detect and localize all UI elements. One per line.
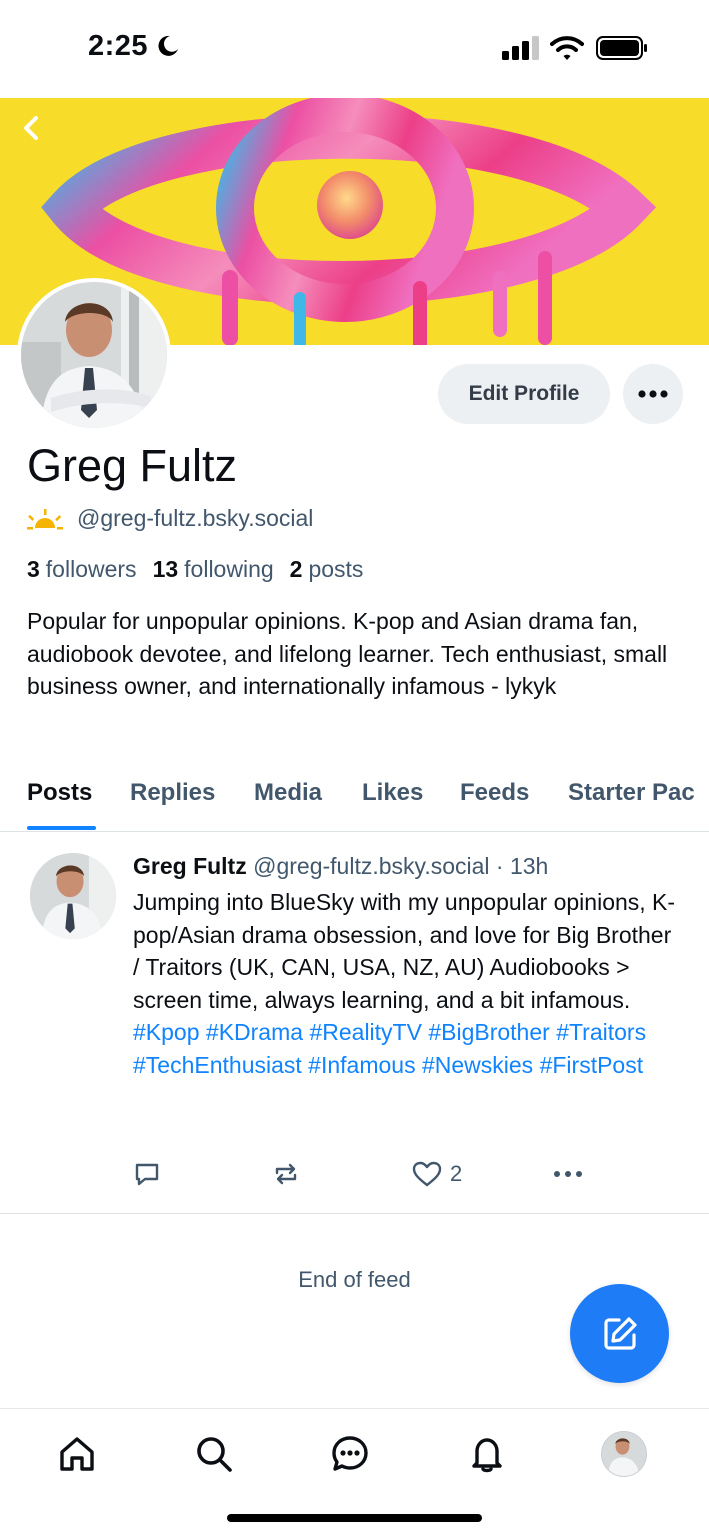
heart-icon bbox=[412, 1161, 442, 1187]
avatar-photo bbox=[602, 1432, 646, 1476]
followers-count: 3 bbox=[27, 556, 40, 582]
profile-bio: Popular for unpopular opinions. K-pop an… bbox=[27, 608, 668, 699]
compose-button[interactable] bbox=[570, 1284, 669, 1383]
following-count: 13 bbox=[152, 556, 179, 582]
tab-starter-packs[interactable]: Starter Pac bbox=[568, 779, 695, 807]
edit-profile-button[interactable]: Edit Profile bbox=[438, 364, 610, 424]
profile-tabs: Posts Replies Media Likes Feeds Starter … bbox=[0, 773, 709, 832]
signal-icon bbox=[502, 36, 539, 60]
hashtag[interactable]: #KDrama bbox=[206, 1019, 303, 1045]
profile-handle[interactable]: @greg-fultz.bsky.social bbox=[77, 505, 313, 532]
profile-avatar[interactable] bbox=[17, 278, 171, 432]
repost-icon bbox=[275, 1163, 297, 1185]
post-time[interactable]: 13h bbox=[510, 853, 548, 879]
chat-icon[interactable] bbox=[328, 1432, 372, 1476]
moon-icon bbox=[158, 35, 178, 56]
tab-posts[interactable]: Posts bbox=[27, 779, 92, 807]
tab-feeds[interactable]: Feeds bbox=[460, 779, 529, 807]
ellipsis-icon bbox=[554, 1171, 582, 1177]
reply-button[interactable] bbox=[133, 1160, 161, 1188]
hashtag[interactable]: #BigBrother bbox=[428, 1019, 549, 1045]
post-body[interactable]: Jumping into BlueSky with my unpopular o… bbox=[133, 886, 678, 1082]
back-icon[interactable] bbox=[16, 112, 48, 144]
post-header: Greg Fultz @greg-fultz.bsky.social · 13h bbox=[133, 853, 548, 880]
active-tab-indicator bbox=[27, 826, 96, 830]
hashtag[interactable]: #TechEnthusiast bbox=[133, 1052, 302, 1078]
like-count: 2 bbox=[450, 1161, 463, 1186]
post-author-avatar[interactable] bbox=[30, 853, 116, 939]
hashtag[interactable]: #Newskies bbox=[422, 1052, 533, 1078]
battery-icon bbox=[596, 36, 647, 60]
post-more-button[interactable] bbox=[553, 1160, 583, 1188]
search-icon[interactable] bbox=[192, 1432, 236, 1476]
ellipsis-icon bbox=[638, 390, 668, 398]
tab-likes[interactable]: Likes bbox=[362, 779, 423, 807]
following-label: following bbox=[184, 556, 274, 582]
post-author-name[interactable]: Greg Fultz bbox=[133, 853, 247, 879]
hashtag[interactable]: #Kpop bbox=[133, 1019, 200, 1045]
home-indicator bbox=[227, 1514, 482, 1522]
post-separator: · bbox=[495, 853, 504, 879]
hashtag[interactable]: #Traitors bbox=[556, 1019, 646, 1045]
posts-label: posts bbox=[308, 556, 364, 582]
bell-icon[interactable] bbox=[465, 1432, 509, 1476]
handle-row: @greg-fultz.bsky.social bbox=[27, 505, 313, 532]
post-divider bbox=[0, 1213, 709, 1214]
followers-stat[interactable]: 3 followers bbox=[27, 556, 137, 583]
post-actions: 2 bbox=[133, 1160, 593, 1192]
profile-stats: 3 followers 13 following 2 posts bbox=[27, 556, 379, 583]
tab-replies[interactable]: Replies bbox=[130, 779, 215, 807]
compose-icon bbox=[603, 1316, 637, 1350]
profile-name: Greg Fultz bbox=[27, 440, 238, 491]
repost-button[interactable] bbox=[272, 1160, 300, 1188]
avatar-photo bbox=[30, 853, 116, 939]
more-options-button[interactable] bbox=[623, 364, 683, 424]
hashtag[interactable]: #Infamous bbox=[308, 1052, 415, 1078]
nav-profile-avatar[interactable] bbox=[601, 1431, 647, 1477]
status-time: 2:25 bbox=[88, 30, 149, 62]
avatar-photo bbox=[21, 282, 167, 428]
followers-label: followers bbox=[45, 556, 137, 582]
home-icon[interactable] bbox=[55, 1432, 99, 1476]
following-stat[interactable]: 13 following bbox=[153, 556, 274, 583]
post-text: Jumping into BlueSky with my unpopular o… bbox=[133, 889, 676, 1013]
posts-count: 2 bbox=[289, 556, 303, 582]
posts-stat: 2 posts bbox=[290, 556, 364, 583]
hashtag[interactable]: #FirstPost bbox=[540, 1052, 644, 1078]
reply-icon bbox=[135, 1163, 159, 1186]
wifi-icon bbox=[550, 36, 584, 60]
tab-media[interactable]: Media bbox=[254, 779, 322, 807]
post-author-handle[interactable]: @greg-fultz.bsky.social bbox=[253, 853, 489, 879]
like-button[interactable]: 2 bbox=[412, 1160, 462, 1188]
sun-icon bbox=[27, 508, 63, 529]
hashtag[interactable]: #RealityTV bbox=[309, 1019, 421, 1045]
